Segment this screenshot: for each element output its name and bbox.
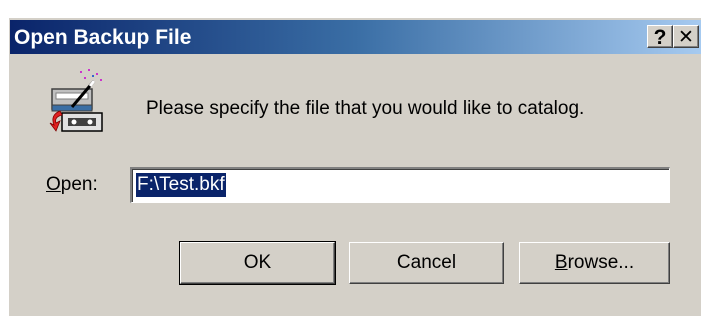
open-file-value: F:\Test.bkf [136,173,226,197]
window-title: Open Backup File [14,26,192,49]
help-button[interactable]: ? [647,25,673,49]
backup-wizard-icon [49,69,103,132]
cancel-button-label: Cancel [396,252,457,273]
open-label: Open: [46,173,98,197]
browse-accelerator: B [554,252,568,273]
browse-label-text: rowse... [567,252,635,273]
cancel-button[interactable]: Cancel [349,242,504,284]
title-bar[interactable]: Open Backup File ? ✕ [10,20,701,54]
prompt-text: Please specify the file that you would l… [146,98,585,119]
open-label-text: pen: [60,174,98,195]
browse-button-label: Browse... [555,252,634,274]
close-icon: ✕ [678,26,694,48]
ok-button[interactable]: OK [179,241,336,285]
ok-button-label: OK [243,252,272,273]
browse-button[interactable]: Browse... [519,242,670,284]
sparkle-icon [80,69,102,81]
help-icon: ? [653,26,667,49]
close-button[interactable]: ✕ [673,25,699,48]
open-backup-file-dialog: Open Backup File ? ✕ Please specify the … [8,17,701,316]
open-file-input[interactable]: F:\Test.bkf [130,167,670,203]
open-label-accelerator: O [46,174,61,195]
